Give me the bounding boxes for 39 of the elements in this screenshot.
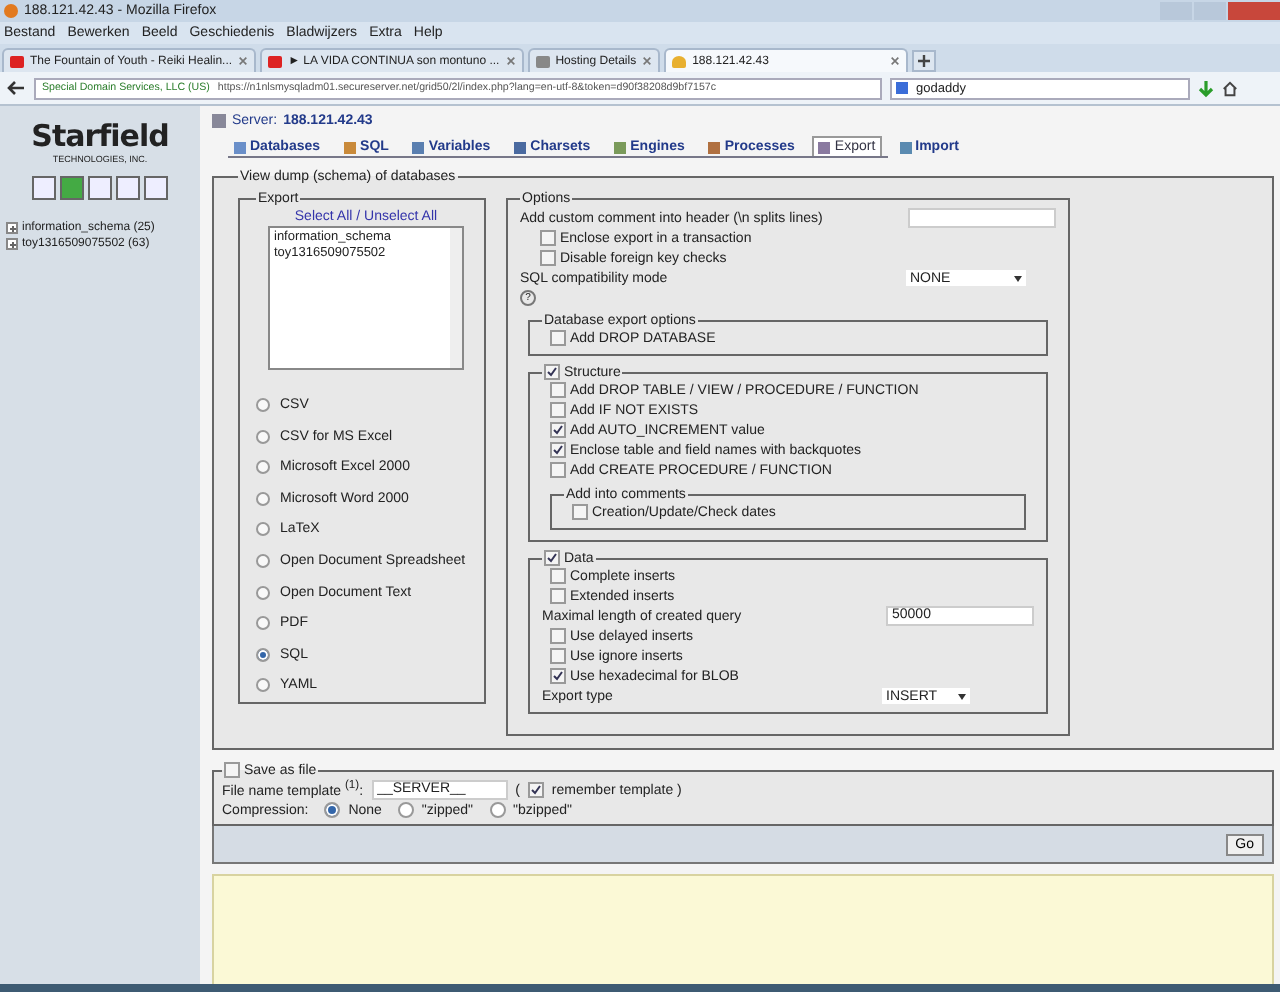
radio-button[interactable]	[489, 802, 506, 818]
radio-button[interactable]	[256, 585, 270, 600]
radio-button[interactable]	[324, 802, 341, 818]
radio-button[interactable]	[256, 616, 270, 631]
checkbox[interactable]	[550, 462, 566, 478]
checkbox[interactable]	[550, 422, 566, 438]
radio-button[interactable]	[397, 802, 414, 818]
checkbox[interactable]	[540, 250, 556, 266]
checkbox[interactable]	[572, 504, 588, 520]
checkbox[interactable]	[550, 588, 566, 604]
checkbox[interactable]	[550, 382, 566, 398]
close-icon[interactable]	[238, 56, 249, 66]
back-icon[interactable]	[6, 80, 26, 96]
download-icon[interactable]	[1198, 79, 1214, 97]
checkbox[interactable]	[550, 668, 566, 684]
checkbox[interactable]	[224, 762, 240, 778]
checkbox[interactable]	[550, 628, 566, 644]
close-icon[interactable]	[505, 56, 516, 66]
close-icon[interactable]	[642, 56, 653, 66]
close-icon[interactable]	[890, 56, 901, 66]
checkbox[interactable]	[544, 550, 560, 566]
radio-button[interactable]	[256, 491, 270, 506]
checkbox[interactable]	[544, 364, 560, 380]
checkbox[interactable]	[540, 230, 556, 246]
checkbox[interactable]	[550, 648, 566, 664]
radio-button[interactable]	[256, 429, 270, 444]
radio-button[interactable]	[256, 553, 270, 568]
radio-button[interactable]	[256, 398, 270, 412]
new-tab-icon[interactable]	[912, 50, 937, 72]
checkbox[interactable]	[550, 330, 566, 346]
checkbox[interactable]	[527, 782, 544, 798]
radio-button[interactable]	[256, 678, 270, 693]
radio-button[interactable]	[256, 647, 270, 662]
input-field[interactable]	[908, 208, 1056, 228]
checkbox[interactable]	[550, 402, 566, 418]
radio-button[interactable]	[256, 460, 270, 475]
checkbox[interactable]	[550, 442, 566, 458]
radio-button[interactable]	[256, 522, 270, 537]
checkbox[interactable]	[550, 568, 566, 584]
